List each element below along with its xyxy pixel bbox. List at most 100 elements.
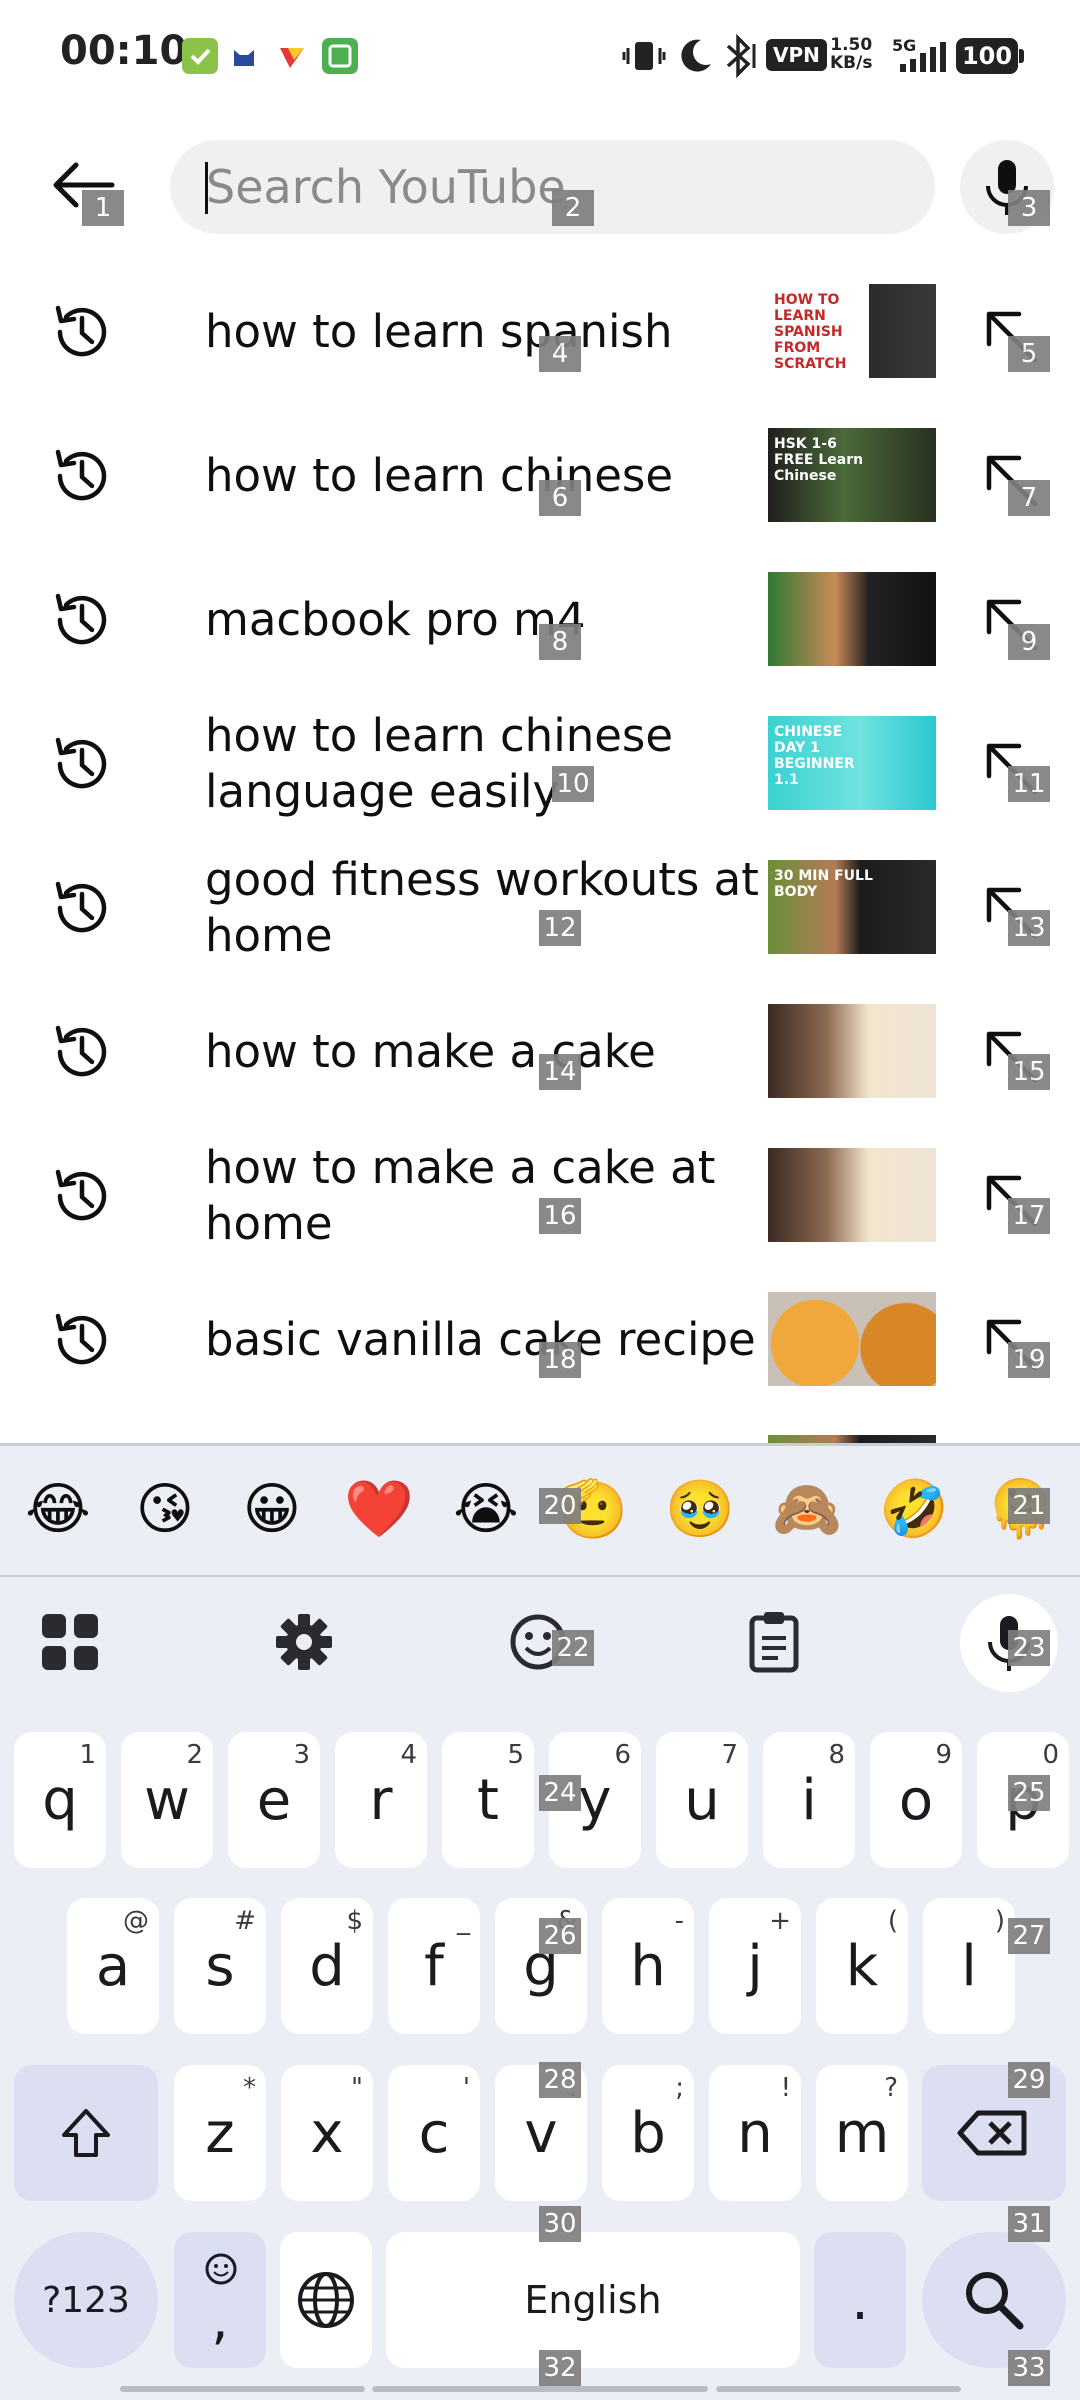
vpn-badge: VPN <box>766 39 827 71</box>
key-x[interactable]: " x <box>281 2065 373 2201</box>
key-secondary-symbol: $ <box>346 1906 363 1936</box>
emoji-suggestion[interactable]: 🤣 <box>874 1475 954 1545</box>
nav-handle-center <box>372 2386 708 2392</box>
marker-badge: 7 <box>1008 480 1050 516</box>
key-label: r <box>369 1768 393 1833</box>
suggestion-thumbnail <box>768 1004 936 1098</box>
status-bar: 00:10 VPN 1.50 KB/s 5G 100 <box>0 0 1080 110</box>
key-d[interactable]: $ d <box>281 1898 373 2034</box>
key-z[interactable]: * z <box>174 2065 266 2201</box>
key-label: u <box>684 1768 720 1833</box>
key-h[interactable]: -h <box>602 1898 694 2034</box>
key-label: m <box>834 2101 890 2166</box>
suggestion-text: good fitness workouts at home <box>205 853 759 962</box>
suggestion-item[interactable]: how to learn spanish HOW TO LEARN SPANISH… <box>0 260 1080 404</box>
emoji-suggestion[interactable]: ❤️ <box>339 1475 419 1545</box>
marker-badge: 29 <box>1008 2062 1050 2098</box>
suggestion-thumbnail: HSK 1-6 FREE Learn Chinese <box>768 428 936 522</box>
vpn-status: VPN <box>766 32 827 78</box>
key-label: j <box>747 1934 763 1999</box>
marker-badge: 6 <box>539 480 581 516</box>
emoji-suggestion[interactable]: 🥹 <box>660 1475 740 1545</box>
key-label: i <box>801 1768 817 1833</box>
thumbnail-caption: CHINESE DAY 1 BEGINNER 1.1 <box>774 724 855 788</box>
key-label: q <box>42 1768 78 1833</box>
history-icon <box>55 881 107 933</box>
speed-value: 1.50 <box>830 35 873 55</box>
key-a[interactable]: @ a <box>67 1898 159 2034</box>
key-j[interactable]: + j <box>709 1898 801 2034</box>
speed-unit: KB/s <box>830 53 873 73</box>
status-time: 00:10 <box>60 28 188 74</box>
key-secondary-symbol: ! <box>780 2073 791 2103</box>
key-secondary-symbol: 2 <box>186 1740 203 1770</box>
marker-badge: 9 <box>1008 624 1050 660</box>
language-switch-key[interactable] <box>280 2232 372 2368</box>
vibrate-icon <box>622 42 666 70</box>
emoji-suggestion[interactable]: 😭 <box>446 1475 526 1545</box>
symbols-key[interactable]: ?123 <box>14 2232 158 2368</box>
marker-badge: 30 <box>539 2206 581 2242</box>
key-secondary-symbol: + <box>769 1906 791 1936</box>
key-e[interactable]: 3e <box>228 1732 320 1868</box>
key-s[interactable]: # s <box>174 1898 266 2034</box>
symbols-key-label: ?123 <box>42 2279 130 2321</box>
emoji-suggestion[interactable]: 😀 <box>232 1475 312 1545</box>
key-f[interactable]: _ f <box>388 1898 480 2034</box>
marker-badge: 3 <box>1008 190 1050 226</box>
suggestion-thumbnail <box>768 572 936 666</box>
key-label: x <box>310 2101 344 2166</box>
key-secondary-symbol: # <box>234 1906 256 1936</box>
marker-badge: 20 <box>539 1488 581 1524</box>
suggestion-item[interactable]: how to make a cake <box>0 980 1080 1124</box>
keyboard-settings-button[interactable] <box>262 1600 346 1684</box>
suggestion-item[interactable]: how to make a cake at home <box>0 1124 1080 1268</box>
keyboard-search-key[interactable] <box>922 2232 1066 2368</box>
key-label: f <box>424 1934 444 1999</box>
space-key[interactable]: English <box>386 2232 800 2368</box>
key-w[interactable]: 2w <box>121 1732 213 1868</box>
key-t[interactable]: 5t <box>442 1732 534 1868</box>
marker-badge: 15 <box>1008 1054 1050 1090</box>
emoji-suggestion[interactable]: 😘 <box>125 1475 205 1545</box>
key-r[interactable]: 4r <box>335 1732 427 1868</box>
suggestion-thumbnail: 30 MIN FULL BODY <box>768 860 936 954</box>
key-u[interactable]: 7u <box>656 1732 748 1868</box>
nav-handle-right <box>716 2386 961 2392</box>
cat-app-icon <box>226 38 262 74</box>
key-secondary-symbol: 8 <box>828 1740 845 1770</box>
marker-badge: 4 <box>539 336 581 372</box>
marker-badge: 16 <box>539 1198 581 1234</box>
emoji-row-divider <box>0 1575 1080 1577</box>
emoji-suggestion[interactable]: 😂 <box>18 1475 98 1545</box>
key-b[interactable]: ; b <box>602 2065 694 2201</box>
period-key[interactable]: . <box>814 2232 906 2368</box>
clipboard-button[interactable] <box>732 1600 816 1684</box>
emoji-suggestion[interactable]: 🙈 <box>767 1475 847 1545</box>
emoji-small-icon <box>205 2253 237 2285</box>
bluetooth-icon <box>726 34 756 78</box>
key-secondary-symbol: ) <box>994 1906 1005 1936</box>
shift-key[interactable] <box>14 2065 158 2201</box>
key-label: o <box>898 1768 934 1833</box>
marker-badge: 26 <box>539 1918 581 1954</box>
key-secondary-symbol: 5 <box>507 1740 524 1770</box>
key-q[interactable]: 1q <box>14 1732 106 1868</box>
comma-key[interactable]: , <box>174 2232 266 2368</box>
key-l[interactable]: ) l <box>923 1898 1015 2034</box>
suggestion-item[interactable]: macbook pro m4 <box>0 548 1080 692</box>
suggestion-item[interactable]: how to learn chinese HSK 1-6 FREE Learn C… <box>0 404 1080 548</box>
key-c[interactable]: ' c <box>388 2065 480 2201</box>
period-label: . <box>851 2267 869 2333</box>
key-secondary-symbol: ? <box>884 2073 898 2103</box>
suggestion-item[interactable]: basic vanilla cake recipe <box>0 1268 1080 1412</box>
keyboard-apps-button[interactable] <box>28 1600 112 1684</box>
key-o[interactable]: 9o <box>870 1732 962 1868</box>
globe-icon <box>298 2272 354 2328</box>
key-i[interactable]: 8i <box>763 1732 855 1868</box>
key-m[interactable]: ? m <box>816 2065 908 2201</box>
key-n[interactable]: ! n <box>709 2065 801 2201</box>
suggestion-item[interactable]: how to learn chinese language easily CHIN… <box>0 692 1080 836</box>
key-k[interactable]: (k <box>816 1898 908 2034</box>
suggestion-item[interactable]: good fitness workouts at home 30 MIN FULL… <box>0 836 1080 980</box>
